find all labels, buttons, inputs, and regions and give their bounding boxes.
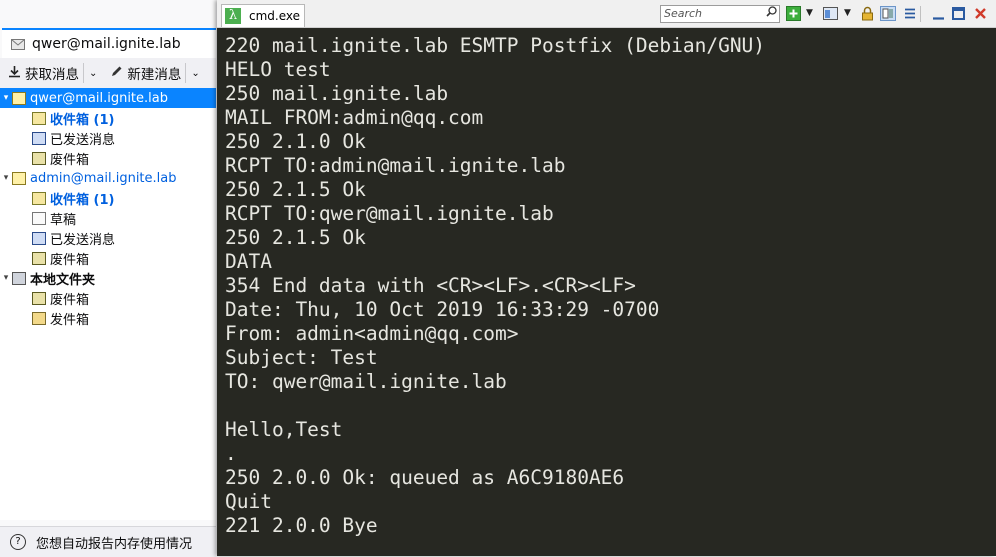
status-text: 您想自动报告内存使用情况 [36, 536, 193, 552]
console-titlebar: λ cmd.exe Search ▼ ▼ [217, 0, 996, 28]
terminal-line: DATA [225, 250, 272, 273]
trash-icon [32, 151, 46, 165]
terminal-line: Subject: Test [225, 346, 378, 369]
get-messages-button[interactable]: 获取消息 ⌄ [0, 61, 106, 85]
sent-icon [32, 131, 46, 145]
folder-account-admin[interactable]: ▾ admin@mail.ignite.lab [0, 168, 216, 188]
folder-inbox[interactable]: 收件箱 (1) [0, 108, 216, 128]
folder-label: 本地文件夹 [30, 272, 96, 288]
drafts-icon [32, 211, 46, 225]
folder-label: 发件箱 [50, 312, 90, 328]
folder-sent[interactable]: 已发送消息 [0, 128, 216, 148]
folder-inbox[interactable]: 收件箱 (1) [0, 188, 216, 208]
thunderbird-toolbar: 获取消息 ⌄ 新建消息 ⌄ [0, 58, 216, 89]
twisty-icon[interactable]: ▾ [0, 273, 12, 283]
terminal-line: 354 End data with <CR><LF>.<CR><LF> [225, 274, 636, 297]
menu-icon[interactable] [903, 6, 917, 21]
terminal-line: 250 2.1.5 Ok [225, 226, 366, 249]
search-icon[interactable] [766, 6, 777, 22]
chevron-down-icon[interactable]: ⌄ [83, 63, 102, 83]
terminal-line: Hello,Test [225, 418, 343, 441]
chevron-down-icon[interactable]: ▼ [844, 6, 854, 21]
folder-label: 已发送消息 [50, 132, 116, 148]
terminal-line: Quit [225, 490, 272, 513]
terminal-line: 250 2.1.5 Ok [225, 178, 366, 201]
computer-icon [12, 271, 26, 285]
account-icon [12, 171, 26, 185]
terminal-line: RCPT TO:admin@mail.ignite.lab [225, 154, 566, 177]
trash-icon [32, 291, 46, 305]
console-tab-title: cmd.exe [249, 9, 301, 23]
folder-trash[interactable]: 废件箱 [0, 288, 216, 308]
folder-label: qwer@mail.ignite.lab [30, 90, 168, 106]
inbox-icon [32, 111, 46, 125]
terminal-line: TO: qwer@mail.ignite.lab [225, 370, 507, 393]
trash-icon [32, 251, 46, 265]
pencil-icon [110, 65, 123, 82]
toolbar-separator [920, 6, 921, 22]
folder-label: 收件箱 (1) [50, 112, 115, 128]
status-bar: ? 您想自动报告内存使用情况 [0, 526, 216, 557]
folder-label: admin@mail.ignite.lab [30, 170, 177, 186]
folder-account-qwer[interactable]: ▾ qwer@mail.ignite.lab [0, 88, 216, 108]
lambda-icon: λ [225, 8, 241, 24]
folder-label: 废件箱 [50, 152, 90, 168]
folder-label: 废件箱 [50, 252, 90, 268]
console-window: λ cmd.exe Search ▼ ▼ 220 mail.ignite.lab… [217, 0, 996, 556]
folder-label: 已发送消息 [50, 232, 116, 248]
twisty-icon[interactable]: ▾ [0, 93, 12, 103]
terminal-line: 221 2.0.0 Bye [225, 514, 378, 537]
folder-sent[interactable]: 已发送消息 [0, 228, 216, 248]
help-icon[interactable]: ? [10, 534, 26, 550]
console-tab[interactable]: λ cmd.exe [221, 4, 305, 27]
terminal-line: 250 2.0.0 Ok: queued as A6C9180AE6 [225, 466, 625, 489]
window-layout-icon[interactable] [823, 6, 838, 21]
folder-outbox[interactable]: 发件箱 [0, 308, 216, 328]
get-messages-label: 获取消息 [25, 67, 79, 83]
folder-local[interactable]: ▾ 本地文件夹 [0, 268, 216, 288]
folder-label: 废件箱 [50, 292, 90, 308]
close-icon[interactable] [973, 6, 988, 21]
terminal-line: HELO test [225, 58, 331, 81]
terminal-line: . [225, 442, 237, 465]
folder-pane: ▾ qwer@mail.ignite.lab 收件箱 (1) 已发送消息 废件箱… [0, 88, 216, 520]
mail-folder-icon [11, 38, 25, 50]
lock-icon[interactable] [861, 6, 874, 21]
folder-label: 收件箱 (1) [50, 192, 115, 208]
maximize-icon[interactable] [951, 6, 966, 21]
terminal-line: Date: Thu, 10 Oct 2019 16:33:29 -0700 [225, 298, 660, 321]
chevron-down-icon[interactable]: ▼ [806, 6, 816, 21]
terminal-line: RCPT TO:qwer@mail.ignite.lab [225, 202, 554, 225]
outbox-icon [32, 311, 46, 325]
search-input[interactable]: Search [660, 5, 780, 23]
account-icon [12, 91, 26, 105]
split-panel-icon[interactable] [880, 6, 896, 21]
chevron-down-icon[interactable]: ⌄ [185, 63, 204, 83]
download-icon [8, 65, 21, 82]
sent-icon [32, 231, 46, 245]
thunderbird-tab-title: qwer@mail.ignite.lab [32, 36, 181, 52]
twisty-icon[interactable]: ▾ [0, 173, 12, 183]
folder-trash[interactable]: 废件箱 [0, 248, 216, 268]
terminal-line: 220 mail.ignite.lab ESMTP Postfix (Debia… [225, 34, 766, 57]
terminal-line: MAIL FROM:admin@qq.com [225, 106, 484, 129]
terminal-line: 250 mail.ignite.lab [225, 82, 449, 105]
inbox-icon [32, 191, 46, 205]
folder-drafts[interactable]: 草稿 [0, 208, 216, 228]
new-message-button[interactable]: 新建消息 ⌄ [106, 61, 208, 85]
new-console-icon[interactable] [786, 6, 801, 21]
folder-label: 草稿 [50, 212, 77, 228]
minimize-icon[interactable] [931, 6, 946, 21]
search-placeholder: Search [664, 7, 703, 20]
folder-trash[interactable]: 废件箱 [0, 148, 216, 168]
thunderbird-tab[interactable]: qwer@mail.ignite.lab [2, 28, 216, 58]
terminal-line: From: admin<admin@qq.com> [225, 322, 519, 345]
terminal-output[interactable]: 220 mail.ignite.lab ESMTP Postfix (Debia… [225, 34, 990, 538]
new-message-label: 新建消息 [127, 67, 182, 83]
terminal-line: 250 2.1.0 Ok [225, 130, 366, 153]
